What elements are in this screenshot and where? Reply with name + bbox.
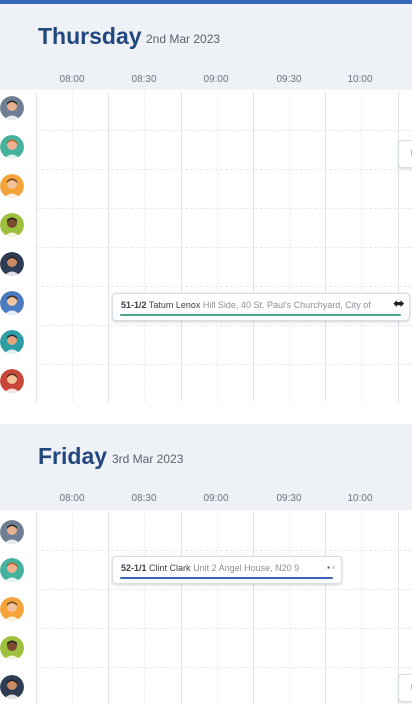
day-date: 2nd Mar 2023	[146, 32, 221, 46]
avatar[interactable]	[0, 252, 24, 276]
time-label: 09:00	[203, 74, 229, 85]
day-title: Thursday	[38, 23, 142, 49]
time-label: 08:30	[131, 493, 157, 504]
resize-handle-icon[interactable]: ⬌	[393, 295, 405, 312]
time-label: 10:00	[347, 493, 373, 504]
day-header: Friday 3rd Mar 2023 08:00 08:30 09:00 09…	[0, 424, 412, 510]
avatar[interactable]	[0, 291, 24, 315]
time-label: 08:30	[131, 74, 157, 85]
avatar[interactable]	[0, 558, 24, 582]
avatar[interactable]	[0, 520, 24, 544]
time-label: 09:30	[276, 74, 302, 85]
day-section-friday: Friday 3rd Mar 2023 08:00 08:30 09:00 09…	[0, 424, 412, 705]
job-card-offscreen[interactable]: 51	[398, 674, 412, 702]
job-code: 52-1/1	[121, 563, 147, 573]
day-title: Friday	[38, 443, 108, 469]
avatar[interactable]	[0, 213, 24, 237]
avatar[interactable]	[0, 597, 24, 621]
job-address: Unit 2 Angel House, N20 9	[193, 563, 300, 573]
avatar[interactable]	[0, 675, 24, 699]
time-label: 10:00	[347, 74, 373, 85]
time-label: 09:30	[276, 493, 302, 504]
avatar[interactable]	[0, 330, 24, 354]
avatar[interactable]	[0, 96, 24, 120]
job-card-offscreen[interactable]: 51	[398, 140, 412, 168]
day-date: 3rd Mar 2023	[112, 452, 184, 466]
job-status-bar	[120, 577, 333, 579]
avatar[interactable]	[0, 174, 24, 198]
job-status-bar	[120, 314, 401, 316]
job-card[interactable]: 52-1/1 Clint Clark Unit 2 Angel House, N…	[112, 556, 342, 584]
job-address: Hill Side, 40 St. Paul's Churchyard, Cit…	[202, 300, 371, 310]
avatar[interactable]	[0, 135, 24, 159]
time-label: 08:00	[59, 74, 85, 85]
schedule-grid[interactable]	[36, 512, 412, 705]
avatar[interactable]	[0, 369, 24, 393]
schedule-grid[interactable]	[36, 92, 412, 402]
time-label: 08:00	[59, 493, 85, 504]
day-section-thursday: Thursday 2nd Mar 2023 08:00 08:30 09:00 …	[0, 4, 412, 404]
job-customer: Tatum Lenox	[148, 300, 201, 310]
job-card[interactable]: 51-1/2 Tatum Lenox Hill Side, 40 St. Pau…	[112, 293, 410, 321]
time-label: 09:00	[203, 493, 229, 504]
job-flag-icon: ▪ ▫	[325, 563, 335, 572]
avatar[interactable]	[0, 636, 24, 660]
day-header: Thursday 2nd Mar 2023 08:00 08:30 09:00 …	[0, 4, 412, 90]
job-code: 51-1/2	[121, 300, 147, 310]
job-customer: Clint Clark	[149, 563, 191, 573]
